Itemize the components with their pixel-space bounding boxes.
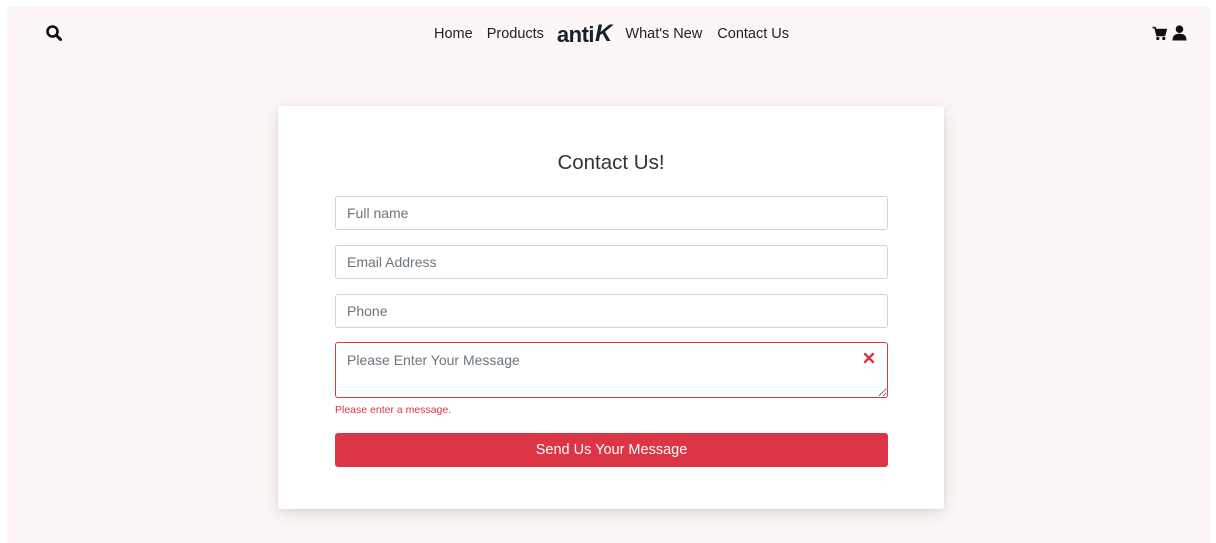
email-input[interactable]: [335, 245, 888, 279]
form-title: Contact Us!: [557, 151, 665, 174]
logo-text-k: K: [595, 20, 613, 47]
search-icon[interactable]: [45, 24, 63, 42]
logo-text-anti: anti: [556, 22, 595, 47]
invalid-x-icon: [863, 352, 875, 364]
brand-logo[interactable]: anti K: [557, 22, 612, 46]
main-nav: Home Products anti K What's New Contact U…: [434, 21, 789, 47]
user-icon[interactable]: [1172, 25, 1187, 41]
phone-input[interactable]: [335, 294, 888, 328]
nav-link-home[interactable]: Home: [434, 26, 473, 42]
nav-link-whats-new[interactable]: What's New: [625, 26, 702, 42]
nav-link-contact-us[interactable]: Contact Us: [717, 26, 789, 42]
message-error-text: Please enter a message.: [335, 404, 452, 416]
page-background: Home Products anti K What's New Contact U…: [7, 7, 1210, 543]
send-message-button[interactable]: Send Us Your Message: [335, 433, 888, 467]
nav-link-products[interactable]: Products: [487, 26, 544, 42]
site-header: Home Products anti K What's New Contact U…: [7, 7, 1210, 63]
cart-icon[interactable]: [1152, 26, 1167, 41]
full-name-input[interactable]: [335, 196, 888, 230]
message-textarea[interactable]: [335, 342, 888, 398]
contact-card: Contact Us! Please enter a message. Send…: [278, 106, 944, 509]
